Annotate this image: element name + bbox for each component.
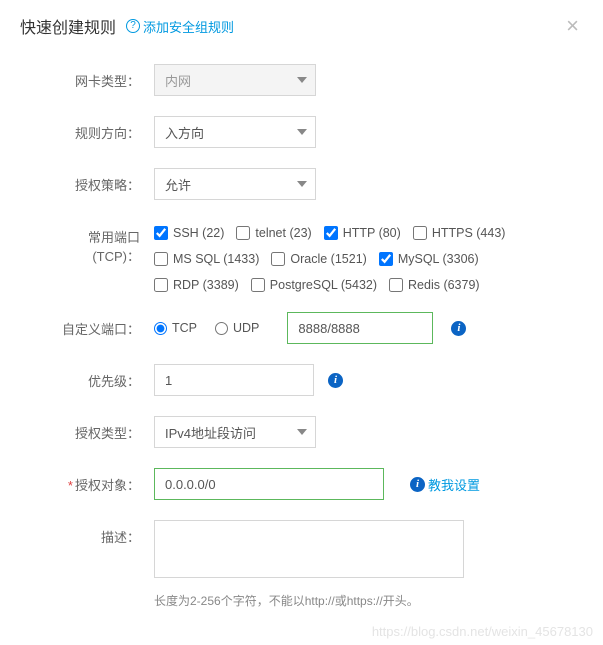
port-rdp-checkbox[interactable] [154,278,168,292]
port-ssh-checkbox[interactable] [154,226,168,240]
row-direction: 规则方向： 入方向 [48,116,583,148]
desc-control: 长度为2-256个字符，不能以http://或https://开头。 [154,520,583,609]
nic-type-label: 网卡类型： [48,64,154,90]
info-icon[interactable]: i [328,373,343,388]
custom-port-label: 自定义端口： [48,312,154,338]
policy-select[interactable]: 允许 [154,168,316,200]
help-link[interactable]: ? 添加安全组规则 [126,17,234,36]
protocol-udp[interactable]: UDP [215,321,259,335]
row-custom-port: 自定义端口： TCP UDP i [48,312,583,344]
auth-object-label: *授权对象： [48,468,154,494]
port-telnet-checkbox[interactable] [236,226,250,240]
port-oracle-checkbox[interactable] [271,252,285,266]
close-icon[interactable]: × [562,15,583,37]
help-link-text: 添加安全组规则 [143,17,234,36]
modal-title: 快速创建规则 [20,14,116,38]
priority-control: i [154,364,583,396]
priority-label: 优先级： [48,364,154,390]
direction-label: 规则方向： [48,116,154,142]
port-ssh[interactable]: SSH (22) [154,226,224,240]
protocol-udp-radio[interactable] [215,322,228,335]
auth-type-label: 授权类型： [48,416,154,442]
nic-type-value: 内网 [165,71,191,90]
row-policy: 授权策略： 允许 [48,168,583,200]
protocol-tcp[interactable]: TCP [154,321,197,335]
chevron-down-icon [297,429,307,435]
info-icon[interactable]: i [451,321,466,336]
info-icon: i [410,477,425,492]
row-priority: 优先级： i [48,364,583,396]
row-description: 描述： 长度为2-256个字符，不能以http://或https://开头。 [48,520,583,609]
auth-type-value: IPv4地址段访问 [165,423,256,442]
direction-select[interactable]: 入方向 [154,116,316,148]
protocol-tcp-radio[interactable] [154,322,167,335]
desc-textarea[interactable] [154,520,464,578]
auth-object-input[interactable] [154,468,384,500]
protocol-radio-group: TCP UDP [154,321,259,335]
row-nic-type: 网卡类型： 内网 [48,64,583,96]
port-oracle[interactable]: Oracle (1521) [271,252,366,266]
direction-value: 入方向 [165,123,204,142]
port-rdp[interactable]: RDP (3389) [154,278,239,292]
modal-header: 快速创建规则 ? 添加安全组规则 × [20,14,583,46]
port-checkbox-grid: SSH (22) telnet (23) HTTP (80) HTTPS (44… [154,220,505,292]
auth-type-control: IPv4地址段访问 [154,416,583,448]
direction-control: 入方向 [154,116,583,148]
row-common-ports: 常用端口(TCP)： SSH (22) telnet (23) HTTP (80… [48,220,583,292]
port-mysql[interactable]: MySQL (3306) [379,252,479,266]
port-mysql-checkbox[interactable] [379,252,393,266]
port-https[interactable]: HTTPS (443) [413,226,506,240]
desc-label: 描述： [48,520,154,546]
port-redis-checkbox[interactable] [389,278,403,292]
nic-type-control: 内网 [154,64,583,96]
policy-label: 授权策略： [48,168,154,194]
port-redis[interactable]: Redis (6379) [389,278,480,292]
auth-type-select[interactable]: IPv4地址段访问 [154,416,316,448]
policy-value: 允许 [165,175,191,194]
desc-hint: 长度为2-256个字符，不能以http://或https://开头。 [154,592,419,609]
port-http-checkbox[interactable] [324,226,338,240]
help-icon: ? [126,19,140,33]
port-telnet[interactable]: telnet (23) [236,226,311,240]
common-port-label: 常用端口(TCP)： [48,220,154,265]
nic-type-select[interactable]: 内网 [154,64,316,96]
custom-port-input[interactable] [287,312,433,344]
port-row-2: MS SQL (1433) Oracle (1521) MySQL (3306) [154,252,505,266]
port-row-1: SSH (22) telnet (23) HTTP (80) HTTPS (44… [154,226,505,240]
row-auth-type: 授权类型： IPv4地址段访问 [48,416,583,448]
chevron-down-icon [297,77,307,83]
custom-port-control: TCP UDP i [154,312,583,344]
common-port-control: SSH (22) telnet (23) HTTP (80) HTTPS (44… [154,220,583,292]
quick-create-rule-modal: 快速创建规则 ? 添加安全组规则 × 网卡类型： 内网 规则方向： 入方向 [0,0,603,645]
header-left: 快速创建规则 ? 添加安全组规则 [20,14,234,38]
chevron-down-icon [297,129,307,135]
chevron-down-icon [297,181,307,187]
auth-object-control: i 教我设置 [154,468,583,500]
port-postgres-checkbox[interactable] [251,278,265,292]
port-mssql[interactable]: MS SQL (1433) [154,252,259,266]
row-auth-object: *授权对象： i 教我设置 [48,468,583,500]
port-postgres[interactable]: PostgreSQL (5432) [251,278,377,292]
priority-input[interactable] [154,364,314,396]
port-http[interactable]: HTTP (80) [324,226,401,240]
port-https-checkbox[interactable] [413,226,427,240]
port-mssql-checkbox[interactable] [154,252,168,266]
policy-control: 允许 [154,168,583,200]
port-row-3: RDP (3389) PostgreSQL (5432) Redis (6379… [154,278,505,292]
teach-me-link[interactable]: i 教我设置 [410,475,480,494]
form: 网卡类型： 内网 规则方向： 入方向 授权策略： 允许 [20,46,583,609]
